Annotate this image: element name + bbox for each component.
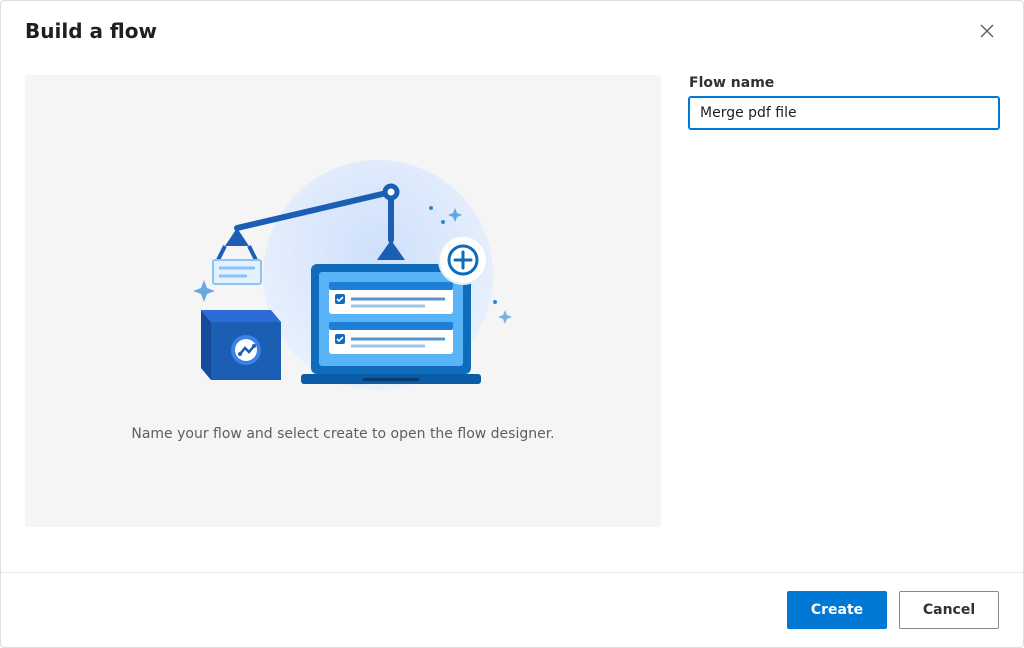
plus-icon (439, 236, 487, 284)
dialog-footer: Create Cancel (1, 572, 1023, 647)
close-button[interactable] (975, 19, 999, 43)
create-button[interactable]: Create (787, 591, 887, 629)
dialog-title: Build a flow (25, 19, 157, 43)
dialog-header: Build a flow (1, 1, 1023, 43)
flow-name-input[interactable] (689, 97, 999, 129)
build-flow-dialog: Build a flow (0, 0, 1024, 648)
illustration-panel: Name your flow and select create to open… (25, 75, 661, 527)
illustration-caption: Name your flow and select create to open… (131, 426, 554, 442)
cancel-button[interactable]: Cancel (899, 591, 999, 629)
flow-name-label: Flow name (689, 75, 999, 91)
dialog-body: Name your flow and select create to open… (1, 43, 1023, 572)
close-icon (979, 27, 995, 42)
flow-illustration (163, 160, 523, 390)
form-panel: Flow name (689, 75, 999, 572)
